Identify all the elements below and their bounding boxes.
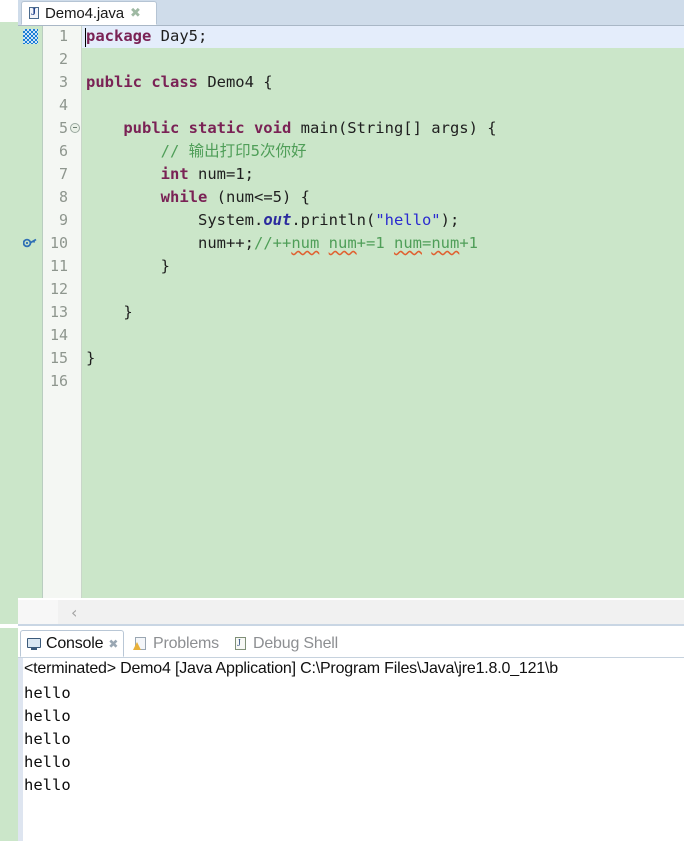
console-left-gutter [18, 658, 23, 841]
debug-shell-icon: J [233, 636, 249, 652]
console-output-line: hello [24, 684, 71, 702]
code-line[interactable]: num++;//++num num+=1 num=num+1 [82, 232, 478, 255]
code-line[interactable]: } [82, 255, 170, 278]
fold-collapse-icon[interactable] [70, 123, 80, 133]
code-line[interactable]: public static void main(String[] args) { [82, 117, 496, 140]
line-number: 9 [58, 211, 68, 229]
code-line[interactable]: int num=1; [82, 163, 254, 186]
java-file-icon: J [28, 6, 41, 20]
line-number: 5 [58, 119, 68, 137]
console-tab-label: Problems [153, 634, 219, 652]
code-line[interactable]: } [82, 347, 95, 370]
line-number: 7 [58, 165, 68, 183]
code-line[interactable]: // 输出打印5次你好 [82, 140, 307, 163]
console-tab-problems[interactable]: Problems [128, 630, 224, 657]
line-number: 4 [58, 96, 68, 114]
line-number: 8 [58, 188, 68, 206]
editor-part: J Demo4.java ✖ 1 2 3 4 5 6 7 8 9 10 11 12 13 14 15 16 p… [18, 0, 684, 625]
line-number: 11 [49, 257, 68, 275]
code-line[interactable] [82, 48, 86, 71]
editor-line-number-ruler: 1 2 3 4 5 6 7 8 9 10 11 12 13 14 15 16 [43, 26, 82, 598]
editor-horizontal-scrollbar[interactable]: ‹ [18, 599, 684, 625]
console-tab-label: Debug Shell [253, 634, 338, 652]
code-line[interactable]: } [82, 301, 132, 324]
line-number: 1 [58, 27, 68, 45]
console-output-line: hello [24, 753, 71, 771]
console-icon [26, 636, 42, 652]
console-body[interactable]: <terminated> Demo4 [Java Application] C:… [18, 658, 684, 841]
line-number: 14 [49, 326, 68, 344]
line-number: 13 [49, 303, 68, 321]
console-tabbar: Console ✖ Problems J Debug Shell [18, 628, 684, 658]
console-output-line: hello [24, 776, 71, 794]
editor-code-area[interactable]: package Day5; public class Demo4 { public… [82, 26, 684, 598]
text-caret [85, 28, 86, 47]
scrollbar-left-pad [18, 600, 58, 625]
eclipse-workbench: J Demo4.java ✖ 1 2 3 4 5 6 7 8 9 10 11 12 13 14 15 16 p… [0, 0, 684, 841]
line-number: 6 [58, 142, 68, 160]
code-line[interactable] [82, 278, 86, 301]
line-number: 10 [49, 234, 68, 252]
code-line[interactable]: public class Demo4 { [82, 71, 273, 94]
occurrence-annotation-icon [23, 29, 38, 44]
line-number: 12 [49, 280, 68, 298]
console-part: Console ✖ Problems J Debug Shell <terminated… [18, 628, 684, 841]
code-line[interactable]: while (num<=5) { [82, 186, 310, 209]
editor-tab-label: Demo4.java [45, 4, 125, 22]
line-number: 3 [58, 73, 68, 91]
left-edge-strip [0, 0, 18, 841]
console-tab-debug-shell[interactable]: J Debug Shell [228, 630, 343, 657]
code-line[interactable]: package Day5; [82, 26, 207, 48]
close-icon[interactable]: ✖ [130, 7, 141, 20]
code-line[interactable] [82, 324, 86, 347]
key-marker-icon[interactable] [23, 236, 37, 250]
console-output: hello hello hello hello hello [24, 682, 684, 797]
line-number: 15 [49, 349, 68, 367]
problems-icon [133, 636, 149, 652]
line-number: 2 [58, 50, 68, 68]
console-output-line: hello [24, 707, 71, 725]
console-tab-console[interactable]: Console ✖ [20, 630, 125, 657]
editor-tabbar: J Demo4.java ✖ [18, 0, 684, 26]
close-icon[interactable]: ✖ [108, 637, 118, 651]
code-line[interactable] [82, 370, 86, 393]
line-number: 16 [49, 372, 68, 390]
left-edge-top-cap [0, 0, 18, 22]
console-launch-label: <terminated> Demo4 [Java Application] C:… [24, 660, 558, 677]
code-line[interactable] [82, 94, 86, 117]
editor-tab-demo4-java[interactable]: J Demo4.java ✖ [21, 1, 157, 25]
console-output-line: hello [24, 730, 71, 748]
scroll-left-icon[interactable]: ‹ [71, 604, 77, 621]
editor-marker-bar[interactable] [18, 26, 43, 598]
editor-body: 1 2 3 4 5 6 7 8 9 10 11 12 13 14 15 16 package Day5; pub… [18, 26, 684, 598]
console-tab-label: Console [46, 634, 104, 652]
code-line[interactable]: System.out.println("hello"); [82, 209, 459, 232]
